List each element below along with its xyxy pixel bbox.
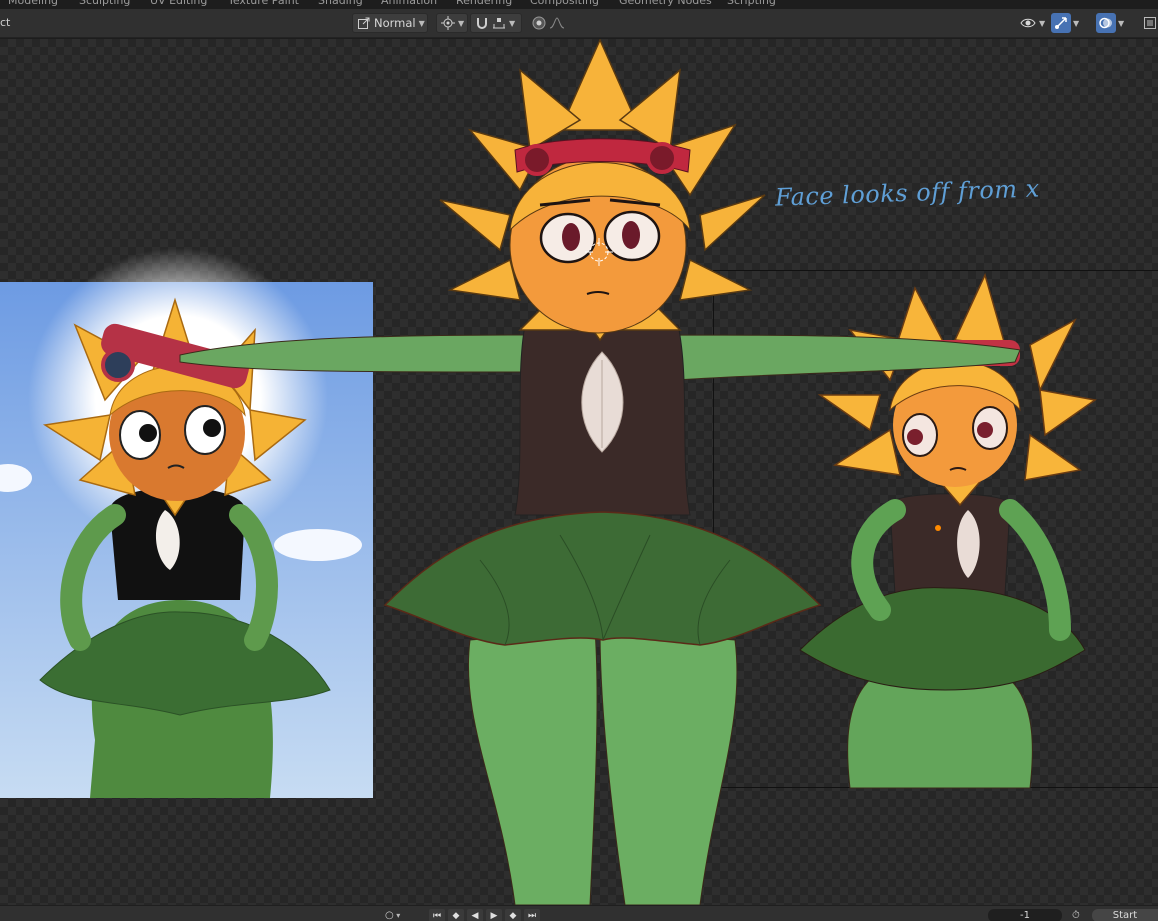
- 3d-viewport[interactable]: Face looks off from x: [0, 39, 1158, 905]
- chevron-down-icon: ▼: [1039, 18, 1046, 28]
- jump-keyframe-forward-button[interactable]: ◆: [505, 909, 521, 921]
- snap-target-icon: [492, 16, 506, 30]
- mode-label[interactable]: ct: [0, 16, 10, 29]
- gizmo-toggle[interactable]: [1051, 13, 1071, 33]
- chevron-down-icon: ▾: [393, 911, 401, 920]
- proportional-editing-icon: [532, 16, 546, 30]
- pivot-point-dropdown[interactable]: ▼: [436, 13, 468, 33]
- jump-start-button[interactable]: ⏮: [429, 909, 445, 921]
- pivot-icon: [441, 16, 455, 30]
- chevron-down-icon: ▼: [509, 18, 516, 28]
- play-reverse-icon: ◀: [471, 910, 479, 921]
- overlays-icon: [1099, 16, 1113, 30]
- keying-dropdown[interactable]: ○ ▾: [385, 909, 400, 921]
- workspace-tabs: Modeling Sculpting UV Editing Texture Pa…: [0, 0, 1158, 9]
- tab-compositing[interactable]: Compositing: [530, 0, 599, 8]
- gizmo-icon: [1054, 16, 1068, 30]
- tab-uv-editing[interactable]: UV Editing: [150, 0, 207, 8]
- chevron-down-icon: ▼: [1073, 18, 1080, 28]
- overlays-dropdown[interactable]: ▼: [1117, 13, 1133, 33]
- jump-start-icon: ⏮: [432, 910, 442, 921]
- tab-rendering[interactable]: Rendering: [456, 0, 512, 8]
- visibility-dropdown[interactable]: ▼: [1015, 13, 1047, 33]
- snapping-dropdown[interactable]: ▼: [470, 13, 522, 33]
- jump-end-button[interactable]: ⏭: [524, 909, 540, 921]
- record-icon: ○: [385, 910, 394, 921]
- gizmo-dropdown[interactable]: ▼: [1072, 13, 1088, 33]
- viewport-scene: [0, 39, 1158, 905]
- tab-scripting[interactable]: Scripting: [727, 0, 776, 8]
- jump-keyframe-back-button[interactable]: ◆: [448, 909, 464, 921]
- transform-orientation-dropdown[interactable]: Normal ▼: [352, 13, 428, 33]
- keyframe-prev-icon: ◆: [452, 910, 460, 921]
- proportional-editing-dropdown[interactable]: [527, 13, 579, 33]
- chevron-down-icon: ▼: [458, 18, 465, 28]
- play-icon: ▶: [490, 910, 498, 921]
- magnet-icon: [475, 16, 489, 30]
- play-button[interactable]: ▶: [486, 909, 502, 921]
- play-reverse-button[interactable]: ◀: [467, 909, 483, 921]
- tab-geometry-nodes[interactable]: Geometry Nodes: [619, 0, 712, 8]
- tab-modeling[interactable]: Modeling: [8, 0, 58, 8]
- falloff-curve-icon: [549, 16, 565, 30]
- reference-image-left[interactable]: [0, 248, 373, 798]
- xray-toggle[interactable]: [1140, 13, 1158, 33]
- tab-texture-paint[interactable]: Texture Paint: [228, 0, 299, 8]
- stopwatch-icon[interactable]: ⏱: [1072, 909, 1080, 921]
- xray-icon: [1143, 16, 1157, 30]
- tab-sculpting[interactable]: Sculpting: [79, 0, 130, 8]
- orientation-label: Normal: [374, 16, 416, 30]
- chevron-down-icon: ▼: [1118, 18, 1125, 28]
- tab-animation[interactable]: Animation: [381, 0, 437, 8]
- keyframe-next-icon: ◆: [509, 910, 517, 921]
- eye-icon: [1020, 16, 1036, 30]
- jump-end-icon: ⏭: [527, 910, 537, 921]
- current-frame-field[interactable]: -1: [988, 909, 1062, 921]
- chevron-down-icon: ▼: [418, 18, 425, 28]
- tab-shading[interactable]: Shading: [318, 0, 363, 8]
- start-frame-field[interactable]: Start: [1092, 909, 1158, 921]
- overlays-toggle[interactable]: [1096, 13, 1116, 33]
- timeline-header: ○ ▾ ⏮ ◆ ◀ ▶ ◆ ⏭ -1 ⏱ Start: [0, 905, 1158, 921]
- orientation-icon: [357, 16, 371, 30]
- viewport-header: ct Normal ▼ ▼ ▼ ▼ ▼ ▼: [0, 9, 1158, 38]
